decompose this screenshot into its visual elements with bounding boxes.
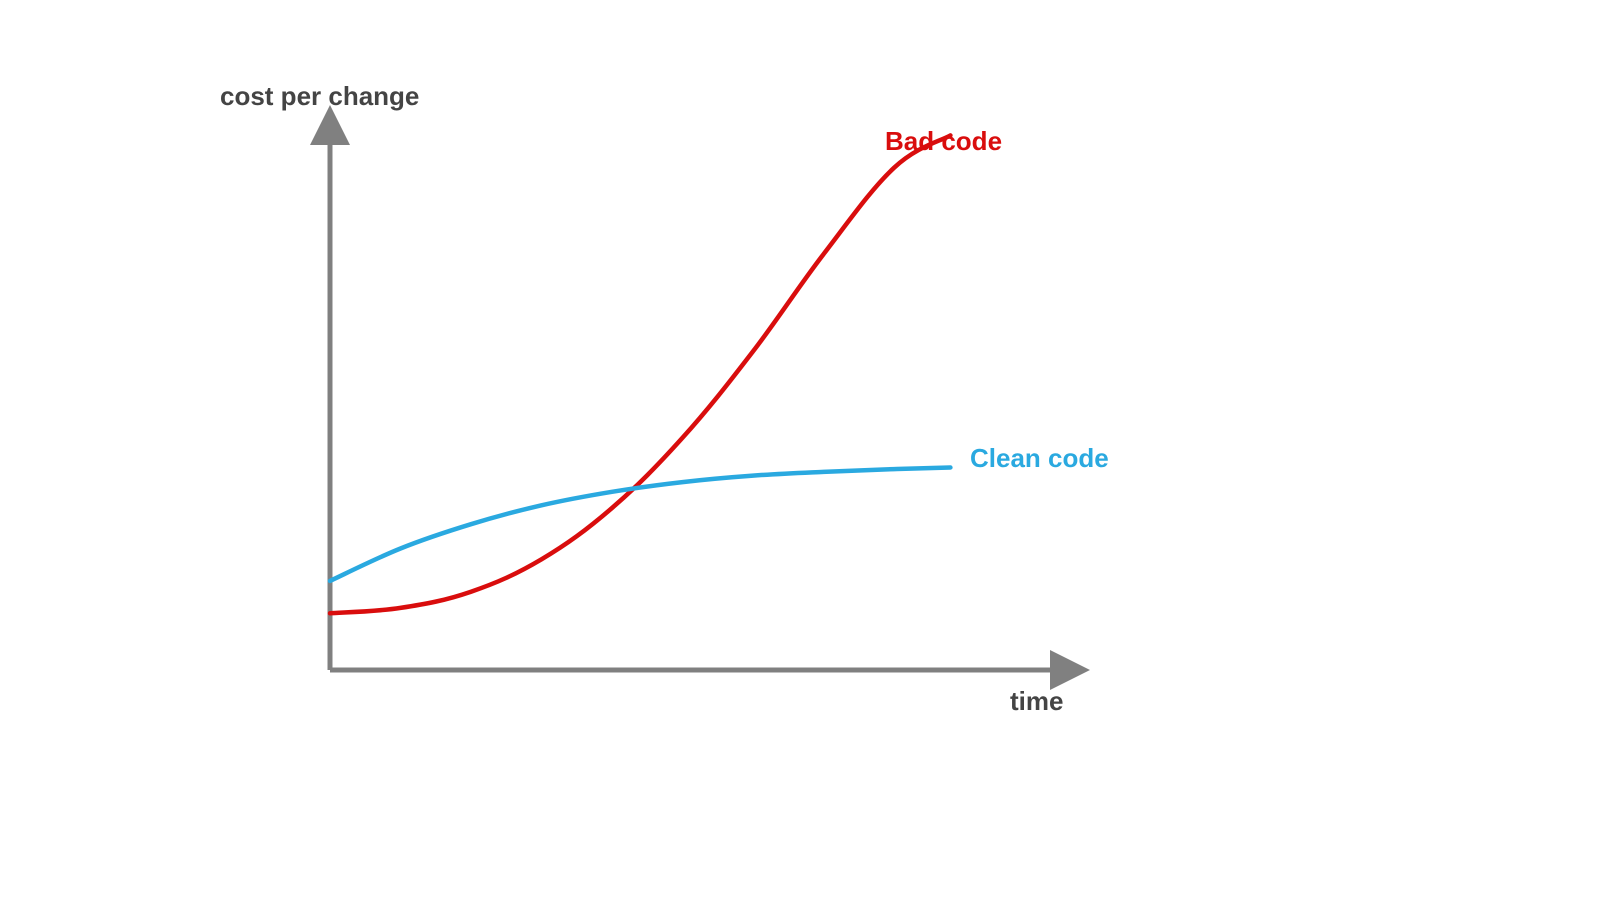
y-axis-title: cost per change (220, 81, 419, 111)
x-axis-title: time (1010, 686, 1063, 716)
series-label-bad-code: Bad code (885, 126, 1002, 156)
chart-container: cost per change time Bad code Clean code (0, 0, 1600, 900)
series-label-clean-code: Clean code (970, 443, 1109, 473)
chart-svg: cost per change time Bad code Clean code (0, 0, 1600, 900)
